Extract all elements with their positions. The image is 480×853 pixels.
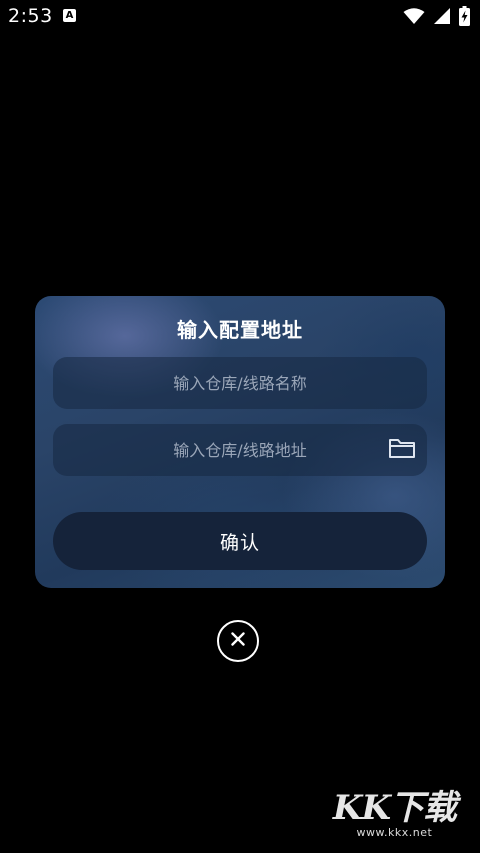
- status-bar: 2:53 A: [0, 0, 480, 32]
- confirm-button[interactable]: 确认: [53, 512, 427, 570]
- close-icon: [230, 631, 246, 651]
- repo-url-field[interactable]: [53, 424, 427, 476]
- close-button[interactable]: [217, 620, 259, 662]
- dialog-title: 输入配置地址: [177, 318, 303, 342]
- watermark: KK下载 www.kkx.net: [332, 788, 457, 839]
- repo-url-input[interactable]: [53, 424, 427, 476]
- config-dialog: 输入配置地址 确认: [35, 296, 445, 588]
- repo-name-input[interactable]: [53, 357, 427, 409]
- status-time: 2:53: [8, 5, 53, 27]
- notification-icon: A: [63, 9, 76, 22]
- folder-picker-button[interactable]: [387, 437, 417, 463]
- cell-signal-icon: [433, 7, 451, 25]
- status-icons: [403, 6, 470, 26]
- folder-icon: [388, 437, 416, 463]
- wifi-icon: [403, 7, 425, 25]
- watermark-logo: KK下载: [332, 788, 457, 828]
- app-screen: 2:53 A 输入配置地址 输入仓库/线路名称 输入仓库/线路地址 确认 KK下…: [0, 0, 480, 853]
- repo-name-field[interactable]: [53, 357, 427, 409]
- battery-charging-icon: [459, 6, 470, 26]
